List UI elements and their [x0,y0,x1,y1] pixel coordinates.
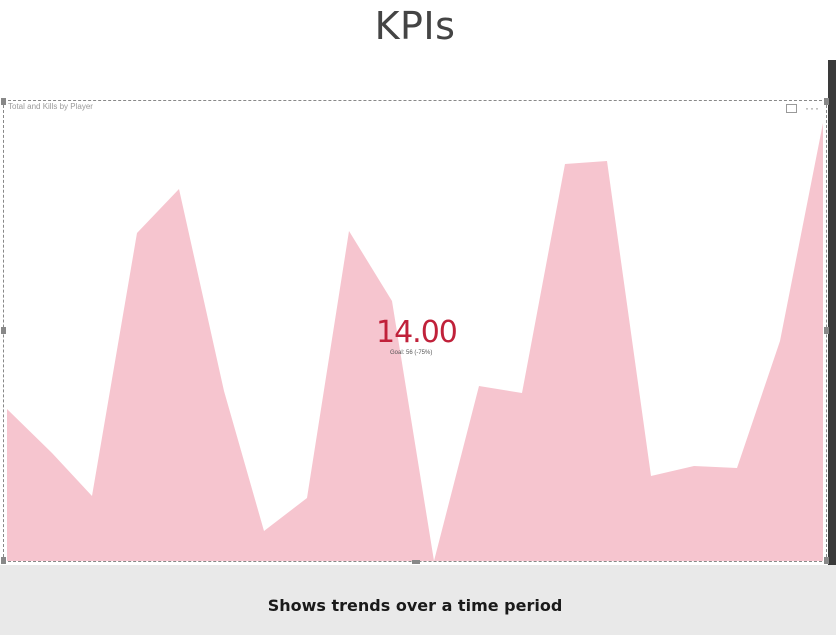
window-edge [828,60,836,570]
visual-header: Total and Kills by Player [8,102,93,111]
area-point [347,229,351,233]
visual-header-icons: ··· [786,102,820,114]
area-point [778,339,782,343]
kpi-value: 14.00 [376,315,458,350]
resize-handle[interactable] [824,98,829,105]
resize-handle[interactable] [1,98,6,105]
area-point [305,496,309,500]
slide-caption: Shows trends over a time period [267,596,563,615]
area-point [135,231,139,235]
more-options-icon[interactable]: ··· [805,102,820,114]
area-point [477,384,481,388]
slide-title: KPIs [374,4,456,48]
resize-handle[interactable] [1,327,6,334]
resize-handle[interactable] [412,560,420,564]
area-point [649,474,653,478]
area-point [520,391,524,395]
resize-handle[interactable] [824,557,829,564]
slide: KPIs Total and Kills by Player ··· 14.00… [0,0,836,635]
area-point [390,299,394,303]
area-point [262,529,266,533]
area-point [177,187,181,191]
kpi-goal: Goal: 56 (-75%) [390,350,433,356]
area-point [563,162,567,166]
area-point [90,494,94,498]
area-point [821,121,825,125]
focus-mode-icon[interactable] [786,104,797,113]
area-point [50,451,54,455]
area-point [692,464,696,468]
resize-handle[interactable] [824,327,829,334]
resize-handle[interactable] [1,557,6,564]
area-point [735,466,739,470]
area-point [222,389,226,393]
area-point [605,159,609,163]
area-point [5,407,9,411]
